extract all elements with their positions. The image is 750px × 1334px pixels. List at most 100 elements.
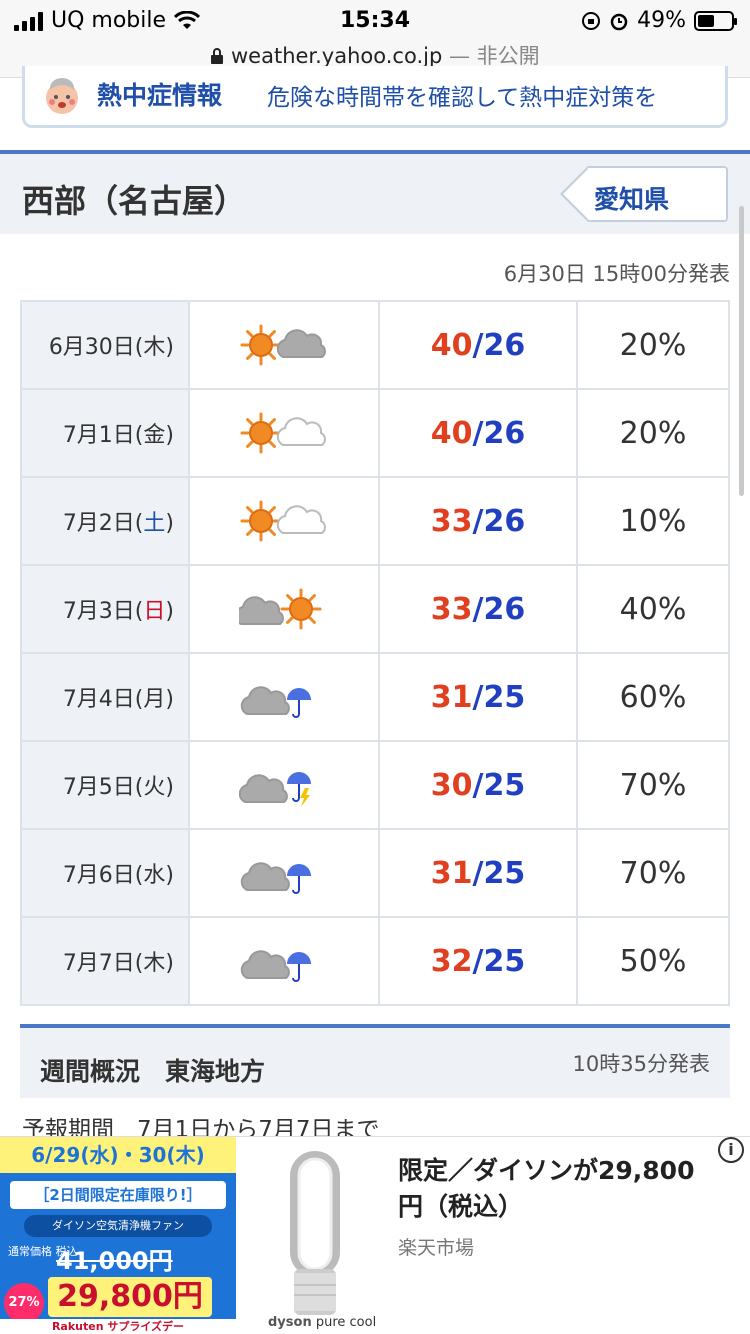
cloudy-then-sunny-icon [239, 588, 322, 630]
forecast-weekday: 水 [143, 863, 166, 888]
forecast-row: 7月6日(水) 31/25 70% [20, 828, 730, 918]
forecast-temperature: 40/26 [378, 388, 578, 478]
temp-high: 32 [430, 943, 473, 979]
heatstroke-banner[interactable]: 熱中症情報 危険な時間帯を確認して熱中症対策を [22, 66, 728, 128]
temp-low: 26 [483, 327, 526, 363]
forecast-date: 7月1日(金) [20, 388, 190, 478]
forecast-row: 7月5日(火) 30/25 70% [20, 740, 730, 830]
temp-low: 25 [483, 767, 526, 803]
sunny-partly-cloudy-icon [240, 500, 326, 542]
battery-icon [694, 10, 737, 31]
weekly-title: 週間概況 東海地方 [40, 1057, 266, 1086]
temp-high: 31 [430, 679, 473, 715]
ad-source: 楽天市場 [398, 1237, 475, 1259]
forecast-row: 7月2日(土) 33/26 10% [20, 476, 730, 566]
ad-banner[interactable]: 6/29(水)・30(木) ［2日間限定在庫限り!］ ダイソン空気清浄機ファン … [0, 1136, 750, 1334]
temp-high: 30 [430, 767, 473, 803]
forecast-precipitation: 20% [576, 300, 730, 390]
battery-level [698, 14, 714, 27]
forecast-precipitation: 20% [576, 388, 730, 478]
forecast-weather [188, 564, 380, 654]
ad-info-icon[interactable]: i [718, 1137, 744, 1163]
ad-image[interactable]: 6/29(水)・30(木) ［2日間限定在庫限り!］ ダイソン空気清浄機ファン … [0, 1137, 236, 1334]
forecast-weekday: 金 [143, 423, 166, 448]
forecast-weather [188, 740, 380, 830]
ad-rakuten-label: Rakuten サプライズデー [0, 1319, 236, 1334]
forecast-date: 7月7日(木) [20, 916, 190, 1006]
temp-high: 40 [430, 415, 473, 451]
temp-high: 31 [430, 855, 473, 891]
region-header: 西部（名古屋） 愛知県 [0, 150, 750, 234]
scrollbar[interactable] [739, 206, 744, 496]
temp-low: 26 [483, 415, 526, 451]
forecast-weekday: 日 [143, 599, 166, 624]
forecast-date: 7月3日(日) [20, 564, 190, 654]
ad-title[interactable]: 限定／ダイソンが29,800円（税込） [398, 1153, 718, 1225]
forecast-date: 6月30日(木) [20, 300, 190, 390]
temp-high: 33 [430, 591, 473, 627]
rotation-lock-icon [582, 11, 601, 30]
forecast-row: 7月7日(木) 32/25 50% [20, 916, 730, 1006]
forecast-row: 7月3日(日) 33/26 40% [20, 564, 730, 654]
forecast-precipitation: 70% [576, 828, 730, 918]
forecast-weekday: 土 [143, 511, 166, 536]
forecast-date: 7月4日(月) [20, 652, 190, 742]
sunny-then-cloudy-icon [240, 324, 326, 366]
heatstroke-face-icon [46, 78, 78, 114]
forecast-table: 6月30日(木) 40/26 20% 7月1日(金) 40/26 20% 7月2日(土) 33… [20, 300, 730, 1006]
forecast-weather [188, 476, 380, 566]
forecast-weather [188, 828, 380, 918]
cloudy-with-rain-icon [240, 950, 311, 982]
forecast-table-body: 6月30日(木) 40/26 20% 7月1日(金) 40/26 20% 7月2日(土) 33… [20, 300, 730, 1006]
forecast-temperature: 40/26 [378, 300, 578, 390]
ad-discount-badge: 27% [4, 1283, 44, 1323]
status-right: 49% [581, 8, 737, 33]
prefecture-back-button[interactable]: 愛知県 [560, 166, 728, 222]
forecast-row: 7月1日(金) 40/26 20% [20, 388, 730, 478]
cloudy-with-rain-icon [240, 686, 311, 718]
cloudy-with-rain-icon [240, 862, 311, 894]
forecast-temperature: 33/26 [378, 564, 578, 654]
battery-percent: 49% [637, 8, 686, 33]
temp-high: 40 [430, 327, 473, 363]
prefecture-label: 愛知県 [594, 185, 670, 214]
cloudy-with-thunder-rain-icon [239, 772, 311, 807]
forecast-temperature: 31/25 [378, 652, 578, 742]
temp-low: 26 [483, 503, 526, 539]
forecast-weekday: 木 [143, 335, 166, 360]
temp-high: 33 [430, 503, 473, 539]
forecast-temperature: 33/26 [378, 476, 578, 566]
ad-product-label: ダイソン空気清浄機ファン [24, 1215, 212, 1237]
forecast-weekday: 火 [143, 775, 166, 800]
heatstroke-text: 危険な時間帯を確認して熱中症対策を [267, 85, 658, 111]
dyson-fan-image [290, 1151, 340, 1315]
forecast-weekday: 木 [143, 951, 166, 976]
forecast-date: 7月6日(水) [20, 828, 190, 918]
ad-dates: 6/29(水)・30(木) [0, 1137, 236, 1173]
forecast-row: 6月30日(木) 40/26 20% [20, 300, 730, 390]
forecast-temperature: 32/25 [378, 916, 578, 1006]
weekly-outline-header: 週間概況 東海地方 10時35分発表 [20, 1024, 730, 1098]
forecast-weather [188, 300, 380, 390]
region-title: 西部（名古屋） [22, 182, 247, 220]
forecast-date: 7月5日(火) [20, 740, 190, 830]
forecast-precipitation: 40% [576, 564, 730, 654]
ad-sale-price: 29,800円 [48, 1277, 212, 1317]
ad-product-brand: dyson pure cool [268, 1315, 377, 1330]
forecast-temperature: 31/25 [378, 828, 578, 918]
lock-icon [211, 48, 224, 64]
temp-low: 25 [483, 855, 526, 891]
forecast-precipitation: 60% [576, 652, 730, 742]
temp-low: 26 [483, 591, 526, 627]
forecast-date: 7月2日(土) [20, 476, 190, 566]
forecast-weather [188, 916, 380, 1006]
forecast-precipitation: 50% [576, 916, 730, 1006]
temp-low: 25 [483, 943, 526, 979]
heatstroke-title: 熱中症情報 [97, 81, 223, 110]
forecast-weather [188, 652, 380, 742]
url-text: weather.yahoo.co.jp [231, 44, 443, 68]
alarm-icon [610, 13, 628, 30]
sunny-partly-cloudy-icon [240, 412, 326, 454]
temp-low: 25 [483, 679, 526, 715]
forecast-precipitation: 70% [576, 740, 730, 830]
